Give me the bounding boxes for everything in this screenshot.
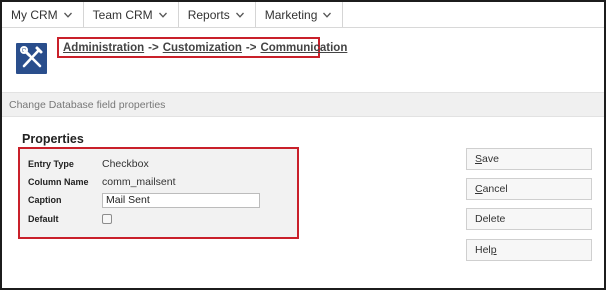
column-name-row: Column Name comm_mailsent: [28, 174, 176, 190]
properties-title: Properties: [22, 132, 84, 146]
default-checkbox[interactable]: [102, 214, 112, 224]
delete-button[interactable]: Delete: [466, 208, 592, 230]
save-button[interactable]: Save: [466, 148, 592, 170]
entry-type-label: Entry Type: [28, 159, 74, 169]
page-header-band: Change Database field properties: [2, 92, 604, 117]
nav-marketing-label: Marketing: [264, 7, 318, 22]
nav-reports[interactable]: Reports: [179, 2, 256, 27]
default-label: Default: [28, 214, 59, 224]
help-button-label: Hel: [475, 244, 491, 256]
delete-button-label: Delete: [475, 213, 506, 225]
save-button-mnemonic: S: [475, 153, 483, 165]
help-button-mnemonic: p: [490, 244, 497, 256]
chevron-down-icon: [63, 10, 73, 20]
breadcrumb-separator: ->: [148, 41, 159, 54]
caption-input[interactable]: [102, 192, 260, 208]
column-name-label: Column Name: [28, 177, 89, 187]
properties-panel: Entry Type Checkbox Column Name comm_mai…: [18, 147, 299, 239]
chevron-down-icon: [158, 10, 168, 20]
entry-type-row: Entry Type Checkbox: [28, 156, 149, 172]
column-name-value: comm_mailsent: [102, 176, 176, 188]
save-button-label: ave: [482, 153, 499, 165]
nav-reports-label: Reports: [187, 7, 230, 22]
entry-type-value: Checkbox: [102, 158, 149, 170]
default-row: Default: [28, 211, 112, 227]
cancel-button-mnemonic: C: [475, 183, 483, 195]
nav-team-crm[interactable]: Team CRM: [84, 2, 179, 27]
nav-my-crm[interactable]: My CRM: [2, 2, 84, 27]
breadcrumb-separator: ->: [245, 41, 257, 54]
breadcrumb: Administration -> Customization -> Commu…: [57, 37, 347, 58]
nav-my-crm-label: My CRM: [11, 7, 58, 22]
chevron-down-icon: [235, 10, 245, 20]
breadcrumb-administration[interactable]: Administration: [63, 42, 144, 54]
chevron-down-icon: [322, 10, 332, 20]
cancel-button[interactable]: Cancel: [466, 178, 592, 200]
nav-team-crm-label: Team CRM: [92, 7, 153, 22]
caption-row: Caption: [28, 192, 260, 208]
tools-icon: [16, 43, 47, 74]
top-navigation: My CRM Team CRM Reports Marketing: [2, 2, 604, 28]
breadcrumb-customization[interactable]: Customization: [163, 42, 242, 54]
cancel-button-label: ancel: [482, 183, 508, 195]
help-button[interactable]: Help: [466, 239, 592, 261]
nav-marketing[interactable]: Marketing: [256, 2, 344, 27]
caption-label: Caption: [28, 195, 62, 205]
page-title: Change Database field properties: [9, 98, 166, 111]
breadcrumb-communication[interactable]: Communication: [260, 42, 347, 54]
